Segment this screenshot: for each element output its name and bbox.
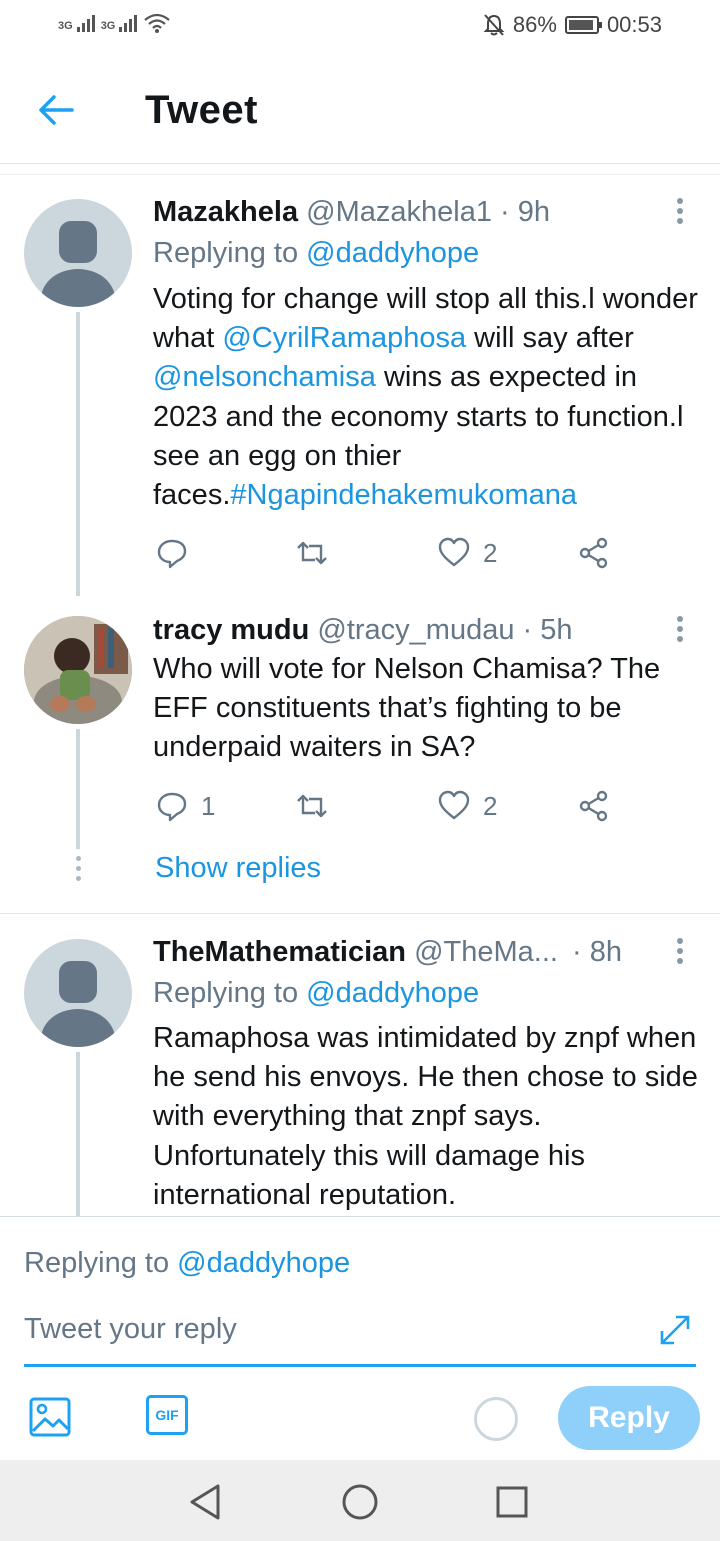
character-counter	[474, 1397, 518, 1441]
more-options-icon[interactable]	[672, 938, 688, 968]
tweet-time: · 8h	[572, 936, 622, 968]
replying-prefix: Replying to	[24, 1247, 170, 1279]
avatar[interactable]	[24, 939, 132, 1047]
tweet-text: Ramaphosa was intimidated by znpf when h…	[153, 1022, 698, 1211]
reply-composer: Replying to @daddyhope Tweet your reply …	[0, 1216, 720, 1460]
user-handle: @TheMa...	[414, 936, 558, 968]
replying-prefix: Replying to	[153, 977, 299, 1009]
image-icon[interactable]	[28, 1395, 72, 1439]
system-nav-bar	[0, 1460, 720, 1541]
nav-recents-icon[interactable]	[490, 1480, 534, 1524]
display-name[interactable]: TheMathematician	[153, 936, 406, 968]
mention-link[interactable]: @daddyhope	[177, 1247, 350, 1279]
tweet-header: TheMathematician @TheMa... · 8h	[153, 936, 622, 969]
reply-button[interactable]: Reply	[558, 1386, 700, 1450]
thread-line	[76, 1052, 80, 1216]
composer-replying-to: Replying to @daddyhope	[24, 1247, 350, 1280]
reply-input[interactable]: Tweet your reply	[24, 1311, 696, 1367]
tweet-themathematician[interactable]: TheMathematician @TheMa... · 8h Replying…	[0, 0, 720, 1216]
gif-icon[interactable]: GIF	[146, 1395, 188, 1435]
nav-home-icon[interactable]	[338, 1480, 382, 1524]
replying-to: Replying to @daddyhope	[153, 977, 479, 1010]
expand-icon[interactable]	[656, 1311, 694, 1349]
nav-back-icon[interactable]	[184, 1480, 228, 1524]
mention-link[interactable]: @daddyhope	[306, 977, 479, 1009]
